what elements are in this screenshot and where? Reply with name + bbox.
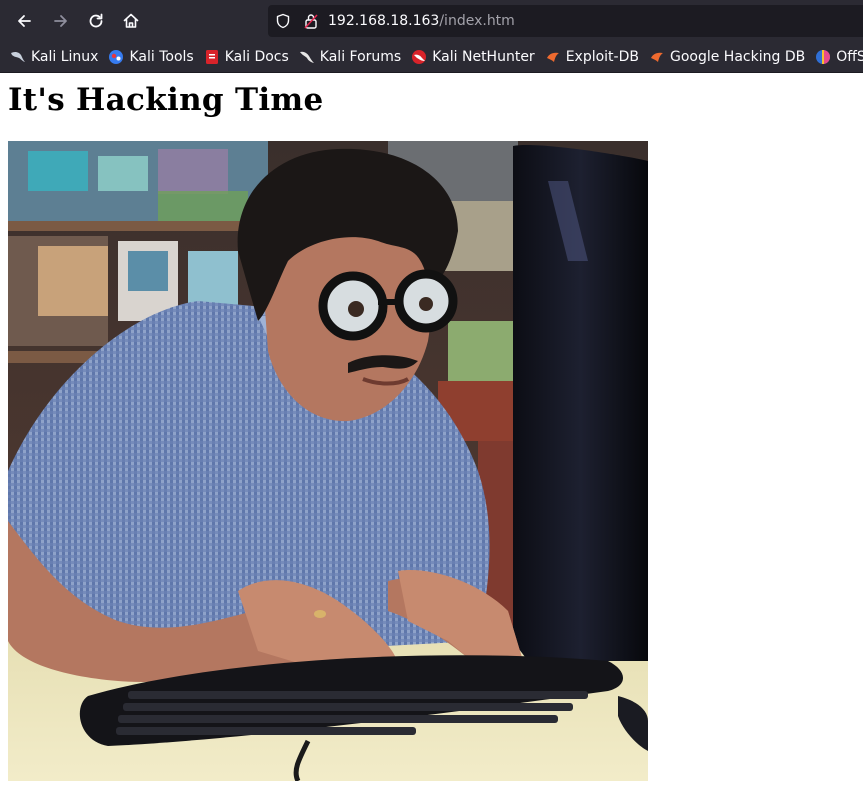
bookmark-label: Google Hacking DB <box>669 49 806 65</box>
home-button[interactable] <box>116 6 146 36</box>
bookmark-kali-docs[interactable]: Kali Docs <box>204 49 289 65</box>
bookmark-label: Kali NetHunter <box>432 49 535 65</box>
bookmark-kali-forums[interactable]: Kali Forums <box>299 49 401 65</box>
bookmark-kali-tools[interactable]: Kali Tools <box>108 49 194 65</box>
kali-tools-icon <box>109 50 124 64</box>
bookmark-kali-nethunter[interactable]: Kali NetHunter <box>411 49 535 65</box>
bookmark-label: Kali Docs <box>224 49 289 65</box>
url-host: 192.168.18.163 <box>328 13 440 29</box>
insecure-lock-icon[interactable] <box>304 13 318 29</box>
reload-button[interactable] <box>81 6 111 36</box>
bookmark-kali-linux[interactable]: Kali Linux <box>10 49 98 65</box>
bookmark-offsec[interactable]: OffSec <box>815 49 863 65</box>
url-path: /index.htm <box>439 13 515 29</box>
arrow-right-icon <box>54 15 67 27</box>
forward-button[interactable] <box>46 6 76 36</box>
home-icon <box>123 13 139 28</box>
reload-icon <box>89 13 103 28</box>
url-text[interactable]: 192.168.18.163/index.htm <box>328 13 515 29</box>
tracking-protection-shield-icon[interactable] <box>275 13 291 29</box>
page-heading: It's Hacking Time <box>8 82 324 118</box>
bookmarks-toolbar: Kali Linux Kali Tools Kali Docs Kali For… <box>0 42 863 73</box>
back-button[interactable] <box>9 6 39 36</box>
bookmark-label: Kali Tools <box>129 49 194 65</box>
bookmark-google-hacking-db[interactable]: Google Hacking DB <box>649 49 805 65</box>
arrow-left-icon <box>18 15 31 27</box>
bookmark-label: OffSec <box>836 49 863 65</box>
kali-docs-icon <box>205 50 218 64</box>
offsec-icon <box>816 50 831 64</box>
kali-dragon-icon <box>11 51 25 62</box>
ghdb-icon <box>650 52 663 62</box>
bookmark-label: Kali Linux <box>31 49 99 65</box>
bookmark-label: Exploit-DB <box>565 49 639 65</box>
nethunter-icon <box>412 50 427 64</box>
bookmark-exploit-db[interactable]: Exploit-DB <box>545 49 639 65</box>
browser-toolbar: 192.168.18.163/index.htm <box>0 0 863 42</box>
hacker-typing-gif-image <box>8 141 648 781</box>
exploit-db-icon <box>546 52 559 62</box>
bookmark-label: Kali Forums <box>319 49 402 65</box>
url-bar[interactable]: 192.168.18.163/index.htm <box>268 5 863 37</box>
kali-forums-icon <box>299 51 314 63</box>
